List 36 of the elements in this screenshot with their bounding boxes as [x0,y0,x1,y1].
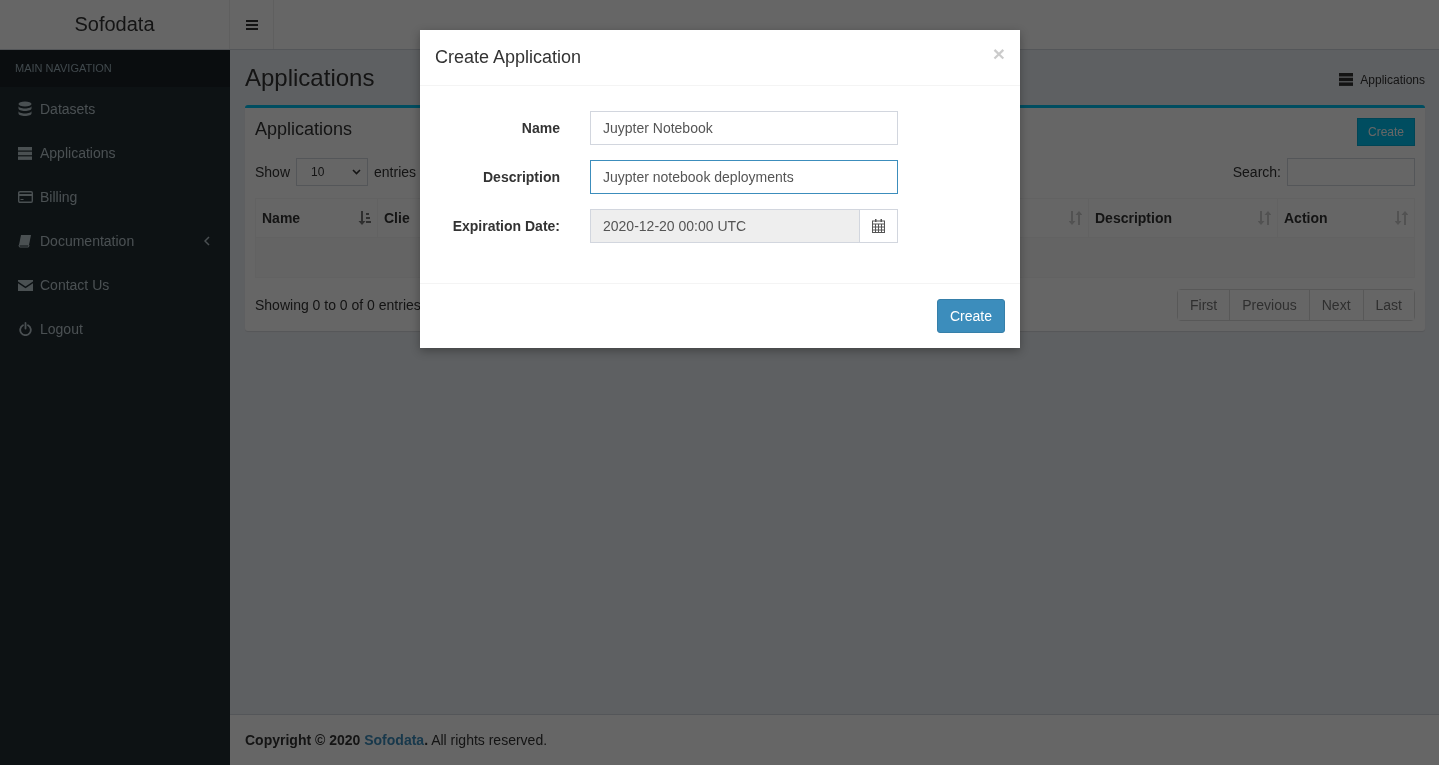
page-length-select[interactable]: 10 [296,158,369,186]
page-title: Applications [245,64,375,92]
field-label: Expiration Date: [451,218,560,234]
calendar-icon [872,219,885,233]
entries-label: entries [374,164,417,180]
field-label: Name [520,120,560,136]
field-label: Description [482,169,560,185]
create-button[interactable]: Create [1356,117,1415,146]
breadcrumb-link[interactable]: Applications [1339,72,1425,87]
search-label: Search: [1232,164,1281,180]
column-header[interactable]: Clie [384,210,410,226]
date-field[interactable]: 2020-12-20 00:00 UTC [590,209,860,243]
input-field[interactable]: Juypter notebook deployments [590,160,898,194]
column-header[interactable]: Action [1284,210,1328,226]
database-icon [18,101,32,117]
close-button[interactable]: × [992,41,1005,66]
create-button[interactable]: Create [936,299,1005,333]
book-icon [18,234,32,248]
dialog-title: Create Application [435,47,582,68]
envelope-icon [17,279,33,291]
server-icon [1339,73,1354,86]
sidebar-header: MAIN NAVIGATION [0,50,230,87]
column-header[interactable]: Description [1095,210,1172,226]
chevron-down-icon [352,169,362,175]
table-info: Showing 0 to 0 of 0 entries [255,297,421,313]
logo[interactable]: Sofodata [74,13,155,36]
server-icon [18,146,32,160]
input-field[interactable]: Juypter Notebook [590,111,898,145]
column-header[interactable]: Name [262,210,301,226]
show-label: Show [255,164,291,180]
power-icon [18,322,32,336]
credit-card-icon [17,191,33,203]
copyright-text: Copyright © 2020 Sofodata. All rights reserved. [245,732,548,748]
menu-icon [245,18,258,31]
company-link[interactable]: Sofodata [364,732,425,748]
box-title: Applications [255,118,353,140]
